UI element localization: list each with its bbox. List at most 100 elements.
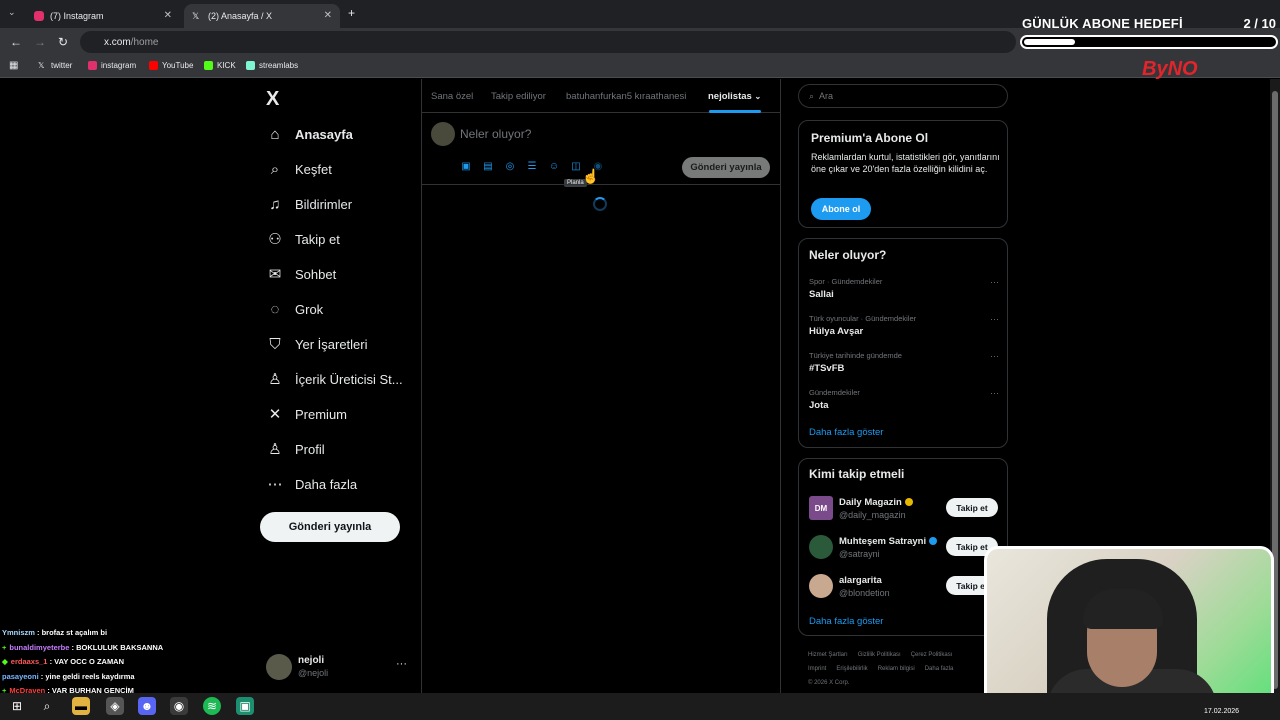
footer-link[interactable]: Çerez Politikası bbox=[911, 652, 953, 658]
footer-link[interactable]: Reklam bilgisi bbox=[878, 666, 915, 672]
tab-list-kiraathanesi[interactable]: batuhanfurkan5 kıraathanesi bbox=[566, 91, 686, 102]
trend-meta: Türk oyuncular · Gündemdekiler bbox=[809, 314, 917, 323]
footer-link[interactable]: Imprint bbox=[808, 666, 826, 672]
apps-icon[interactable]: ▦ bbox=[9, 60, 18, 71]
sidebar-item-profile[interactable]: ♙ Profil bbox=[266, 439, 324, 459]
account-switcher[interactable]: nejoli @nejoli ··· bbox=[266, 654, 416, 680]
chat-username: bunaldimyeterbe bbox=[9, 642, 70, 652]
avatar bbox=[266, 654, 292, 680]
who-to-follow-item[interactable]: DM Daily Magazin @daily_magazin Takip et bbox=[809, 496, 999, 522]
app-icon[interactable]: ◈ bbox=[106, 697, 124, 715]
creator-icon: ♙ bbox=[268, 371, 282, 388]
trend-name: #TSvFB bbox=[809, 363, 845, 374]
chat-message: ◆ erdaaxs_1 : VAY OCC O ZAMAN bbox=[2, 657, 262, 672]
sidebar-item-premium[interactable]: ✕ Premium bbox=[266, 404, 347, 424]
trend-item[interactable]: Gündemdekiler Jota ··· bbox=[809, 388, 999, 411]
sidebar-item-label: İçerik Üreticisi St... bbox=[295, 371, 403, 387]
back-icon[interactable]: ← bbox=[10, 35, 22, 49]
instagram-icon bbox=[88, 61, 97, 70]
trend-meta: Spor · Gündemdekiler bbox=[809, 277, 883, 286]
composer-input[interactable]: Neler oluyor? bbox=[460, 127, 531, 141]
image-icon[interactable]: ▣ bbox=[460, 160, 472, 172]
gif-icon[interactable]: ▤ bbox=[482, 160, 494, 172]
trend-item[interactable]: Spor · Gündemdekiler Sallai ··· bbox=[809, 277, 999, 300]
footer-link[interactable]: Erişilebilirlik bbox=[836, 666, 867, 672]
close-icon[interactable]: ✕ bbox=[164, 10, 172, 21]
bookmark-twitter[interactable]: 𝕏twitter bbox=[38, 61, 72, 70]
kick-icon bbox=[204, 61, 213, 70]
tab-list-nejolistas[interactable]: nejolistas ⌄ bbox=[708, 91, 761, 102]
premium-card: Premium'a Abone Ol Reklamlardan kurtul, … bbox=[798, 120, 1008, 228]
address-bar[interactable]: x.com/home bbox=[80, 31, 1016, 53]
search-icon[interactable]: ⌕ bbox=[38, 697, 56, 715]
more-icon[interactable]: ··· bbox=[396, 658, 407, 670]
more-icon[interactable]: ··· bbox=[990, 314, 999, 324]
x-logo[interactable]: X bbox=[266, 88, 279, 111]
windows-taskbar: ⊞ ⌕ ▬ ◈ ☻ ◉ ≋ ▣ 17.02.2026 bbox=[0, 693, 1280, 720]
tab-label: nejolistas bbox=[708, 91, 752, 102]
file-explorer-icon[interactable]: ▬ bbox=[72, 697, 90, 715]
sidebar-item-follow[interactable]: ⚇ Takip et bbox=[266, 229, 340, 249]
windows-start-icon[interactable]: ⊞ bbox=[8, 697, 26, 715]
emoji-icon[interactable]: ☺ bbox=[548, 160, 560, 172]
streamlabs-icon[interactable]: ▣ bbox=[236, 697, 254, 715]
composer-post-button[interactable]: Gönderi yayınla bbox=[682, 157, 770, 178]
more-icon[interactable]: ··· bbox=[990, 388, 999, 398]
subscribe-button[interactable]: Abone ol bbox=[811, 198, 871, 220]
search-input[interactable]: ⌕ Ara bbox=[798, 84, 1008, 108]
tab-following[interactable]: Takip ediliyor bbox=[491, 91, 546, 102]
post-button[interactable]: Gönderi yayınla bbox=[260, 512, 400, 542]
who-to-follow-item[interactable]: Muhteşem Satrayni @satrayni Takip et bbox=[809, 535, 999, 561]
active-tab-indicator bbox=[709, 110, 761, 113]
tab-x-home[interactable]: 𝕏 (2) Anasayfa / X ✕ bbox=[184, 4, 340, 28]
bookmark-instagram[interactable]: instagram bbox=[88, 61, 136, 70]
stream-chat-overlay: Ymniszm : brofaz st açalım bi + bunaldimye… bbox=[2, 628, 262, 701]
chrome-icon[interactable]: ◉ bbox=[170, 697, 188, 715]
new-tab-button[interactable]: + bbox=[348, 6, 355, 20]
discord-icon[interactable]: ☻ bbox=[138, 697, 156, 715]
schedule-icon[interactable]: ◫ bbox=[570, 160, 582, 172]
account-name: Muhteşem Satrayni bbox=[839, 536, 938, 547]
sidebar-item-label: Takip et bbox=[295, 231, 340, 247]
grok-icon[interactable]: ◎ bbox=[504, 160, 516, 172]
who-show-more-link[interactable]: Daha fazla göster bbox=[809, 616, 883, 627]
more-icon[interactable]: ··· bbox=[990, 351, 999, 361]
spotify-icon[interactable]: ≋ bbox=[203, 697, 221, 715]
sidebar-item-search[interactable]: ⌕ Keşfet bbox=[266, 159, 332, 179]
footer-link[interactable]: Hizmet Şartları bbox=[808, 652, 848, 658]
footer-link[interactable]: Daha fazla bbox=[925, 666, 954, 672]
sidebar-item-bookmark[interactable]: ⛉ Yer İşaretleri bbox=[266, 334, 368, 354]
sidebar-item-grok[interactable]: ◌ Grok bbox=[266, 299, 324, 319]
chat-username: erdaaxs_1 bbox=[10, 657, 48, 667]
who-to-follow-item[interactable]: alargarita @blondetion Takip et bbox=[809, 574, 999, 600]
sidebar-item-home[interactable]: ⌂ Anasayfa bbox=[266, 124, 352, 144]
tab-label: (2) Anasayfa / X bbox=[208, 11, 273, 21]
poll-icon[interactable]: ☰ bbox=[526, 160, 538, 172]
footer-link[interactable]: Gizlilik Politikası bbox=[858, 652, 901, 658]
column-divider bbox=[421, 79, 422, 693]
chat-username: Ymniszm bbox=[2, 628, 35, 637]
avatar bbox=[809, 574, 833, 598]
sidebar-item-creator[interactable]: ♙ İçerik Üreticisi St... bbox=[266, 369, 403, 389]
youtube-icon bbox=[149, 61, 158, 70]
sidebar-item-label: Yer İşaretleri bbox=[295, 336, 368, 352]
more-icon[interactable]: ··· bbox=[990, 277, 999, 287]
sidebar-item-more[interactable]: ⋯ Daha fazla bbox=[266, 474, 358, 494]
trend-name: Jota bbox=[809, 400, 829, 411]
sidebar-item-mail[interactable]: ✉ Sohbet bbox=[266, 264, 337, 284]
bookmark-streamlabs[interactable]: streamlabs bbox=[246, 61, 298, 70]
reload-icon[interactable]: ↻ bbox=[58, 35, 68, 49]
chat-message: + bunaldimyeterbe : BOKLULUK BAKSANNA bbox=[2, 643, 262, 658]
follow-button[interactable]: Takip et bbox=[946, 498, 998, 517]
close-icon[interactable]: ✕ bbox=[324, 10, 332, 21]
trends-show-more-link[interactable]: Daha fazla göster bbox=[809, 427, 883, 438]
bookmark-kick[interactable]: KICK bbox=[204, 61, 236, 70]
tab-search-icon[interactable]: ⌄ bbox=[8, 7, 16, 18]
tab-for-you[interactable]: Sana özel bbox=[431, 91, 473, 102]
bookmark-youtube[interactable]: YouTube bbox=[149, 61, 193, 70]
forward-icon[interactable]: → bbox=[34, 35, 46, 49]
trend-item[interactable]: Türk oyuncular · Gündemdekiler Hülya Avşa… bbox=[809, 314, 999, 337]
sidebar-item-bell[interactable]: ♫ Bildirimler bbox=[266, 194, 352, 214]
tab-instagram[interactable]: (7) Instagram ✕ bbox=[26, 4, 180, 28]
trend-item[interactable]: Türkiye tarihinde gündemde #TSvFB ··· bbox=[809, 351, 999, 374]
